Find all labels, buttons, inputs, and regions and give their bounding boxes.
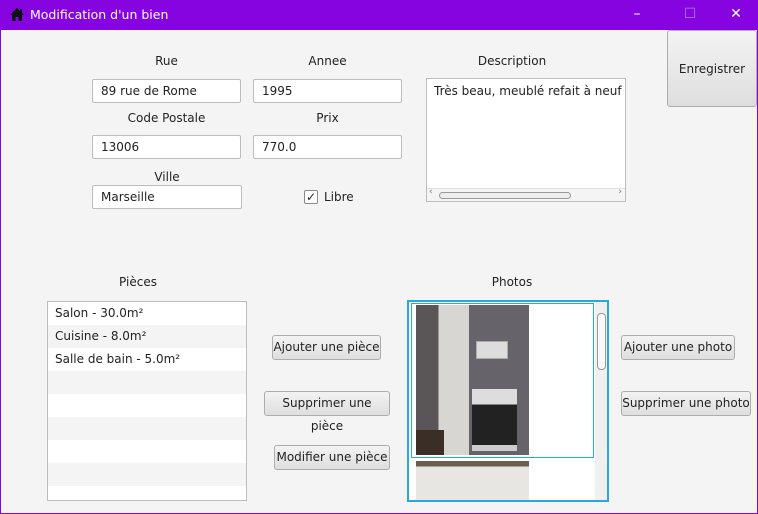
supprimer-piece-button[interactable]: Supprimer une pièce [264,391,390,433]
code-postale-input[interactable]: 13006 [92,135,241,159]
code-postale-label: Code Postale [127,111,206,125]
annee-label: Annee [308,54,347,68]
ville-input[interactable]: Marseille [92,185,242,209]
photos-label: Photos [491,275,533,289]
photo-wardrobe[interactable] [416,461,529,500]
pieces-label: Pièces [119,275,157,289]
vertical-scrollbar[interactable] [595,302,607,500]
window-title: Modification d'un bien [30,7,169,22]
maximize-button[interactable]: ☐ [680,6,700,22]
pieces-list[interactable]: Salon - 30.0m² Cuisine - 8.0m² Salle de … [47,301,247,501]
ville-label: Ville [154,170,180,184]
description-label: Description [477,54,547,68]
title-bar: Modification d'un bien – ☐ ✕ [0,0,758,30]
list-item[interactable]: Salon - 30.0m² [48,302,246,325]
prix-input[interactable]: 770.0 [253,135,402,159]
horizontal-scrollbar[interactable]: ‹ › [427,187,625,201]
libre-checkbox[interactable]: ✓ [304,190,318,204]
description-text: Très beau, meublé refait à neuf près [434,84,625,98]
annee-input[interactable]: 1995 [253,79,402,103]
ajouter-piece-button[interactable]: Ajouter une pièce [272,335,381,360]
close-button[interactable]: ✕ [726,6,746,22]
minimize-button[interactable]: – [627,6,647,22]
ajouter-photo-button[interactable]: Ajouter une photo [621,335,735,360]
scrollbar-thumb[interactable] [439,192,571,199]
supprimer-photo-button[interactable]: Supprimer une photo [621,391,751,416]
list-item[interactable]: Salle de bain - 5.0m² [48,348,246,371]
rue-label: Rue [155,54,178,68]
photo-kitchen[interactable] [416,305,529,455]
prix-label: Prix [316,111,339,125]
modifier-piece-button[interactable]: Modifier une pièce [274,445,390,470]
house-icon [10,8,24,21]
libre-label: Libre [324,190,354,204]
list-item[interactable]: Cuisine - 8.0m² [48,325,246,348]
photos-list[interactable] [407,300,609,502]
scrollbar-thumb[interactable] [597,313,606,370]
description-textarea[interactable]: Très beau, meublé refait à neuf près ‹ › [426,78,626,202]
enregistrer-button[interactable]: Enregistrer [667,30,757,107]
rue-input[interactable]: 89 rue de Rome [92,79,241,103]
